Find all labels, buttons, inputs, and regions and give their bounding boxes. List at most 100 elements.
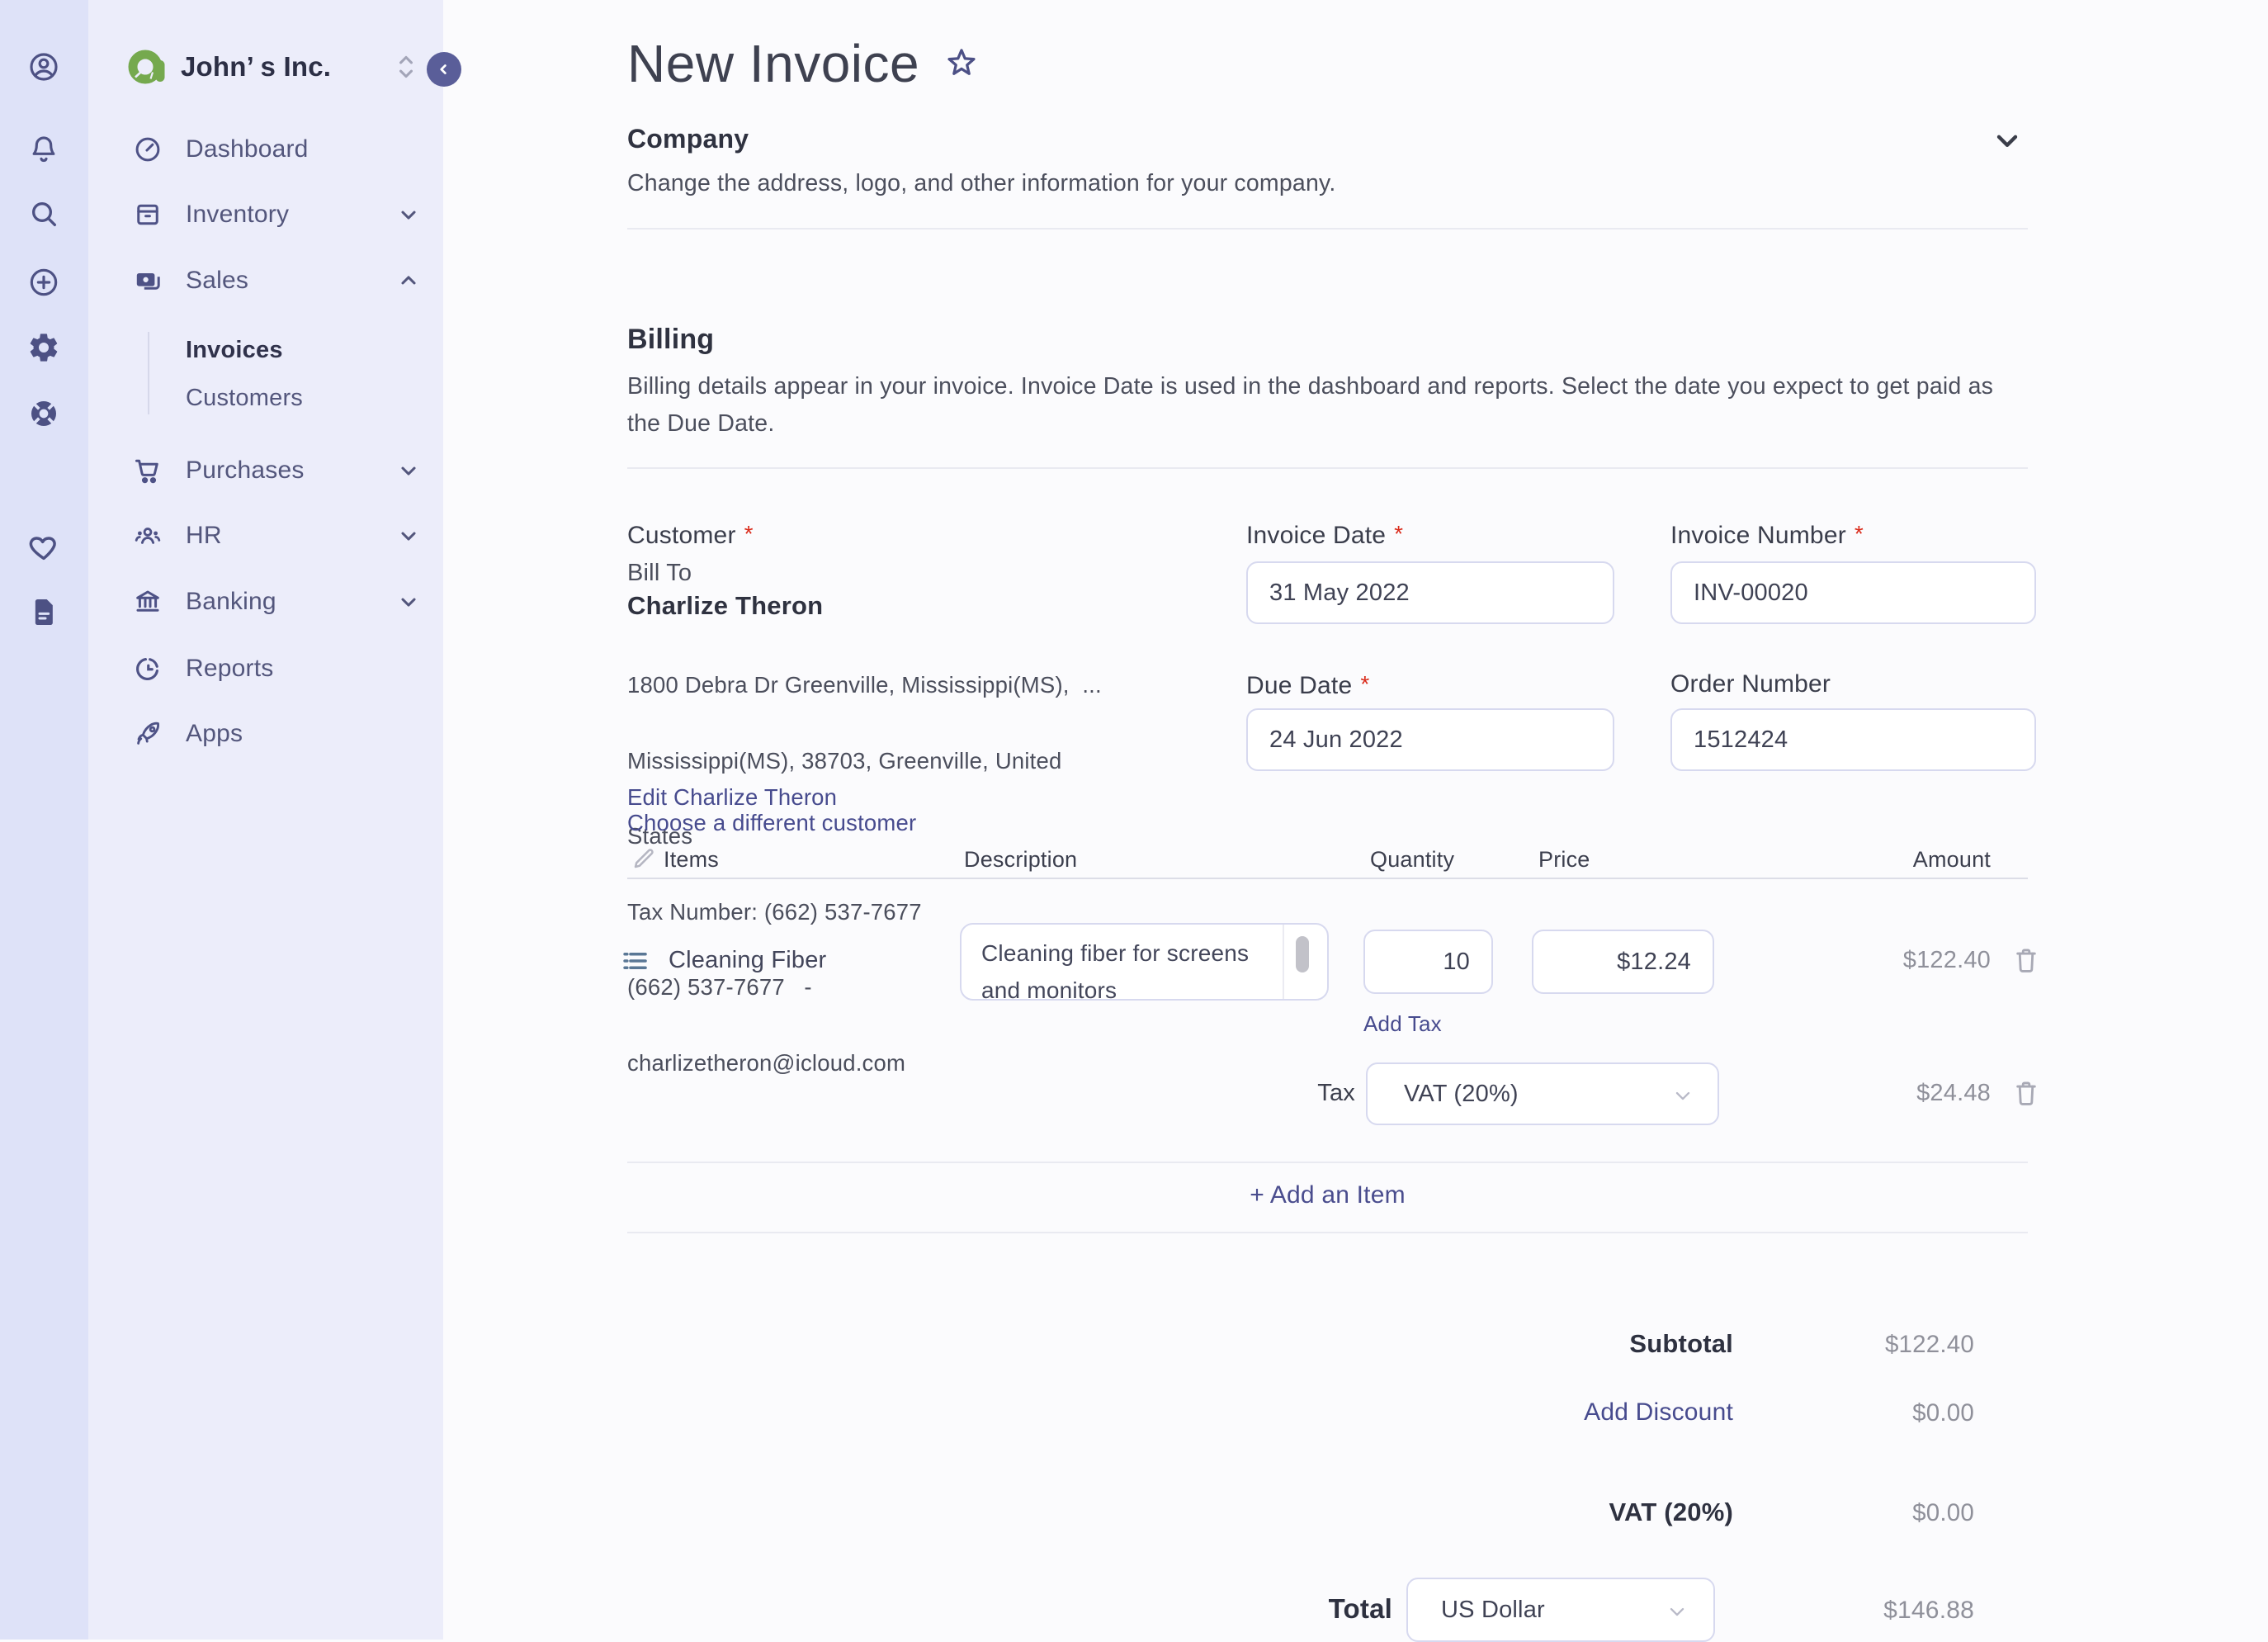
sidebar-item-label: Inventory bbox=[186, 201, 290, 228]
sidebar-item-sales[interactable]: Sales bbox=[88, 258, 443, 304]
sidebar-item-label: Purchases bbox=[186, 457, 305, 484]
tax-label: Tax bbox=[1317, 1080, 1355, 1106]
purchases-cart-icon bbox=[133, 456, 163, 485]
table-header-divider bbox=[627, 878, 2028, 879]
banking-bank-icon bbox=[133, 587, 163, 617]
divider bbox=[627, 1232, 2028, 1233]
item-price-input[interactable]: $12.24 bbox=[1532, 930, 1714, 994]
items-table-header: Items Description Quantity Price Amount bbox=[627, 840, 2028, 878]
app-root: John’ s Inc. Dashboard Inventory Sales I… bbox=[0, 0, 2268, 1642]
sidebar-item-label: HR bbox=[186, 522, 222, 549]
item-quantity-input[interactable]: 10 bbox=[1363, 930, 1493, 994]
chevron-down-icon bbox=[1671, 1084, 1694, 1107]
sidebar-subitem-label: Customers bbox=[186, 385, 303, 411]
sidebar-item-apps[interactable]: Apps bbox=[88, 711, 443, 757]
main-area: New Invoice Company Change the address, … bbox=[443, 0, 2268, 1642]
edit-pencil-icon bbox=[631, 845, 657, 872]
address-line-1: 1800 Debra Dr Greenville, Mississippi(MS… bbox=[627, 672, 1102, 698]
apps-rocket-icon bbox=[133, 719, 163, 749]
sidebar-subitem-invoices[interactable]: Invoices bbox=[88, 330, 443, 370]
company-section-chevron-icon[interactable] bbox=[1991, 124, 2024, 157]
sales-money-icon bbox=[133, 266, 163, 296]
item-description-textarea[interactable]: Cleaning fiber for screens and monitors bbox=[960, 923, 1329, 1001]
textarea-scrollbar-thumb[interactable] bbox=[1296, 936, 1309, 972]
customer-tax-number: Tax Number: (662) 537-7677 bbox=[627, 898, 922, 925]
required-asterisk: * bbox=[1394, 521, 1404, 547]
item-list-icon[interactable] bbox=[621, 946, 650, 976]
subtotal-label: Subtotal bbox=[1629, 1329, 1733, 1358]
company-logo[interactable] bbox=[125, 45, 170, 89]
delete-item-trash-icon[interactable] bbox=[2010, 944, 2042, 976]
sidebar-item-label: Apps bbox=[186, 720, 243, 747]
add-tax-link[interactable]: Add Tax bbox=[1363, 1009, 1442, 1039]
bill-to-label: Bill To bbox=[627, 560, 692, 586]
divider bbox=[627, 1162, 2028, 1163]
chevron-down-icon bbox=[397, 524, 420, 547]
user-profile-icon[interactable] bbox=[21, 45, 66, 89]
sidebar-item-banking[interactable]: Banking bbox=[88, 579, 443, 625]
sidebar-item-inventory[interactable]: Inventory bbox=[88, 192, 443, 238]
choose-customer-link[interactable]: Choose a different customer bbox=[627, 810, 916, 836]
sidebar-item-hr[interactable]: HR bbox=[88, 513, 443, 559]
sidebar-subitem-customers[interactable]: Customers bbox=[88, 378, 443, 418]
chevron-down-icon bbox=[397, 590, 420, 613]
documents-icon[interactable] bbox=[21, 589, 66, 634]
sidebar-item-label: Banking bbox=[186, 588, 276, 615]
currency-select-dropdown[interactable]: US Dollar bbox=[1406, 1578, 1715, 1642]
billing-section-description: Billing details appear in your invoice. … bbox=[627, 373, 1994, 437]
sidebar-item-label: Sales bbox=[186, 267, 249, 294]
company-switcher-icon[interactable] bbox=[395, 48, 420, 86]
chevron-down-icon bbox=[1666, 1600, 1689, 1623]
add-plus-icon[interactable] bbox=[21, 260, 66, 305]
company-section-description: Change the address, logo, and other info… bbox=[627, 170, 1336, 196]
help-lifebuoy-icon[interactable] bbox=[21, 391, 66, 436]
chevron-down-icon bbox=[397, 203, 420, 226]
column-header-price: Price bbox=[1538, 847, 1590, 872]
notifications-bell-icon[interactable] bbox=[21, 127, 66, 172]
icon-rail bbox=[0, 0, 88, 1640]
add-item-button[interactable]: + Add an Item bbox=[627, 1179, 2028, 1212]
sidebar-collapse-button[interactable] bbox=[427, 52, 461, 87]
item-amount: $122.40 bbox=[1902, 947, 1991, 973]
tax-select-dropdown[interactable]: VAT (20%) bbox=[1366, 1062, 1719, 1125]
divider bbox=[627, 467, 2028, 469]
total-tax-label: VAT (20%) bbox=[1609, 1498, 1733, 1526]
sidebar-item-purchases[interactable]: Purchases bbox=[88, 447, 443, 494]
item-name[interactable]: Cleaning Fiber bbox=[669, 946, 826, 974]
dashboard-gauge-icon bbox=[133, 135, 163, 164]
required-asterisk: * bbox=[1854, 521, 1864, 547]
delete-tax-trash-icon[interactable] bbox=[2010, 1077, 2042, 1109]
sidebar: John’ s Inc. Dashboard Inventory Sales I… bbox=[88, 0, 443, 1640]
invoice-date-label: Invoice Date * bbox=[1246, 521, 1404, 549]
tax-amount: $24.48 bbox=[1916, 1080, 1991, 1106]
required-asterisk: * bbox=[1360, 671, 1370, 697]
sidebar-item-label: Dashboard bbox=[186, 135, 309, 163]
settings-gear-icon[interactable] bbox=[21, 325, 66, 370]
add-discount-link[interactable]: Add Discount bbox=[627, 1397, 1733, 1428]
due-date-label: Due Date * bbox=[1246, 671, 1370, 699]
inventory-box-icon bbox=[133, 200, 163, 230]
search-icon[interactable] bbox=[21, 192, 66, 236]
order-number-input[interactable]: 1512424 bbox=[1670, 708, 2036, 771]
favorites-heart-icon[interactable] bbox=[21, 525, 66, 570]
total-tax-value: $0.00 bbox=[1912, 1499, 1974, 1526]
order-number-label: Order Number bbox=[1670, 670, 1831, 698]
due-date-input[interactable]: 24 Jun 2022 bbox=[1246, 708, 1614, 771]
total-value: $146.88 bbox=[1883, 1597, 1974, 1624]
sidebar-item-dashboard[interactable]: Dashboard bbox=[88, 126, 443, 173]
invoice-date-input[interactable]: 31 May 2022 bbox=[1246, 561, 1614, 624]
company-name[interactable]: John’ s Inc. bbox=[181, 48, 331, 86]
discount-value: $0.00 bbox=[1912, 1399, 1974, 1427]
invoice-number-input[interactable]: INV-00020 bbox=[1670, 561, 2036, 624]
edit-customer-link[interactable]: Edit Charlize Theron bbox=[627, 784, 837, 811]
chevron-up-icon bbox=[397, 269, 420, 292]
invoice-number-label: Invoice Number * bbox=[1670, 521, 1864, 549]
customer-name: Charlize Theron bbox=[627, 591, 824, 620]
sidebar-item-label: Reports bbox=[186, 655, 274, 682]
company-section-title: Company bbox=[627, 124, 749, 154]
favorite-star-icon[interactable] bbox=[943, 45, 980, 83]
subtotal-value: $122.40 bbox=[1884, 1331, 1974, 1358]
address-line-2: Mississippi(MS), 38703, Greenville, Unit… bbox=[627, 747, 1062, 774]
customer-label: Customer * bbox=[627, 521, 754, 549]
sidebar-item-reports[interactable]: Reports bbox=[88, 646, 443, 692]
